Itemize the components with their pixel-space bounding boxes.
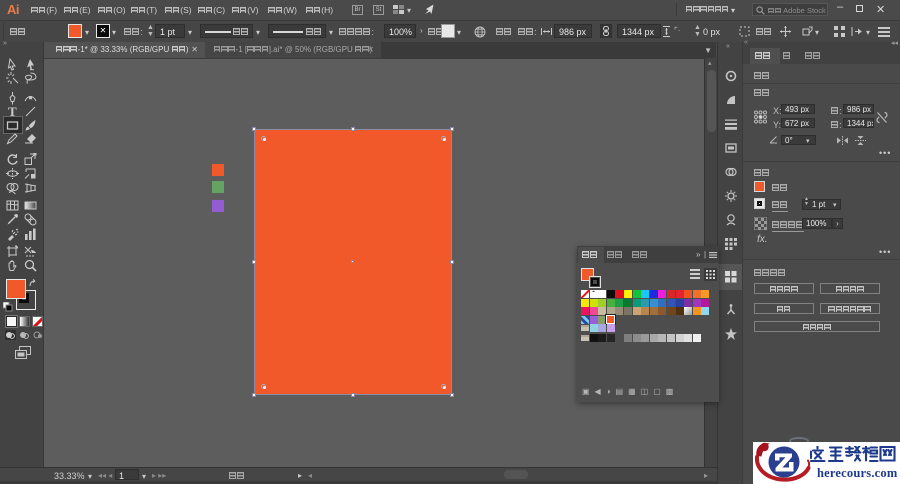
svg-text:T: T [8, 105, 17, 118]
